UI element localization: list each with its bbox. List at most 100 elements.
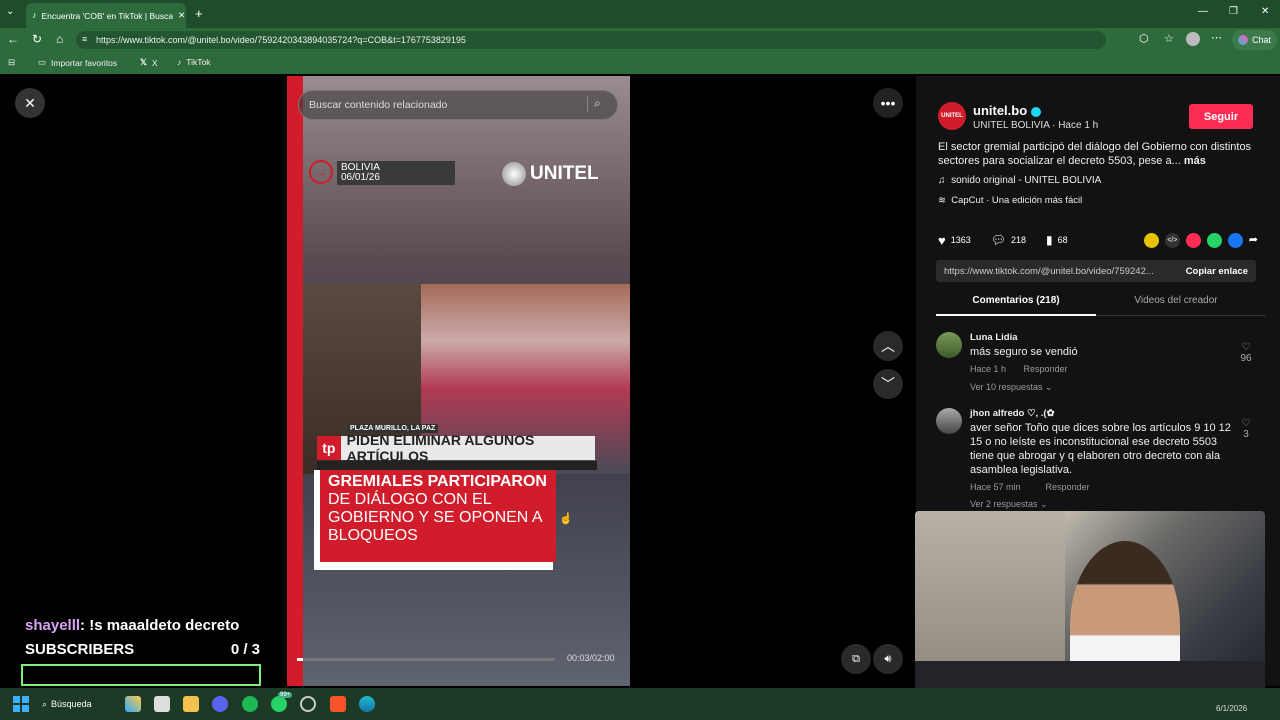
repost-icon[interactable] xyxy=(1143,232,1159,248)
favbar-settings-icon[interactable]: ⊟ xyxy=(8,57,15,68)
close-tab-icon[interactable]: ✕ xyxy=(178,11,185,20)
new-tab-icon[interactable]: + xyxy=(195,6,203,21)
taskbar-search[interactable]: ⌕ Búsqueda xyxy=(42,695,112,713)
fav-x[interactable]: 𝕏 X xyxy=(140,57,158,68)
reply-button[interactable]: Responder xyxy=(1024,364,1068,374)
chat-button[interactable]: Chat xyxy=(1232,30,1278,50)
browser-tab[interactable]: ♪ Encuentra 'COB' en TikTok | Busca ✕ xyxy=(26,3,186,28)
more-options-button[interactable]: ••• xyxy=(873,88,903,118)
video-player[interactable]: Buscar contenido relacionado ⌕ → BOLIVIA… xyxy=(287,76,630,686)
view-replies-button[interactable]: Ver 10 respuestas ⌄ xyxy=(970,382,1053,393)
chat-message: : !s maaaldeto decreto xyxy=(80,617,240,634)
whatsapp-icon[interactable] xyxy=(1206,232,1222,248)
url-text: https://www.tiktok.com/@unitel.bo/video/… xyxy=(96,35,466,45)
folder-icon: ▭ xyxy=(38,57,47,67)
tab-creator-videos[interactable]: Videos del creador xyxy=(1096,290,1256,316)
favorites-icon[interactable]: ☆ xyxy=(1164,32,1174,45)
tab-comments[interactable]: Comentarios (218) xyxy=(936,290,1096,316)
address-bar: ← ↻ ⌂ ≡ https://www.tiktok.com/@unitel.b… xyxy=(0,28,1280,52)
widgets-icon[interactable] xyxy=(125,696,141,712)
whatsapp-taskbar-icon[interactable] xyxy=(271,696,287,712)
spotify-icon[interactable] xyxy=(242,696,258,712)
card-bold-text: GREMIALES PARTICIPARON xyxy=(328,473,547,490)
minimize-icon[interactable]: — xyxy=(1198,6,1208,17)
close-icon: ✕ xyxy=(24,94,36,111)
obs-icon[interactable] xyxy=(300,696,316,712)
creator-username[interactable]: unitel.bo xyxy=(973,103,1041,118)
music-note-icon: ♫ xyxy=(938,175,946,186)
link-text: https://www.tiktok.com/@unitel.bo/video/… xyxy=(944,265,1154,277)
store-icon[interactable] xyxy=(154,696,170,712)
comment-time: Hace 1 h xyxy=(970,364,1007,374)
comment-like[interactable]: ♡ 3 xyxy=(1236,418,1256,440)
favorites-bar: ⊟ ▭ Importar favoritos 𝕏 X ♪ TikTok xyxy=(0,52,1280,74)
comments-count: 218 xyxy=(1011,235,1027,245)
facebook-icon[interactable] xyxy=(1227,232,1243,248)
next-video-button[interactable]: ﹀ xyxy=(873,369,903,399)
link-field[interactable]: https://www.tiktok.com/@unitel.bo/video/… xyxy=(936,260,1256,282)
floating-player-button[interactable]: ⧉ xyxy=(841,644,871,674)
channel-tag: tp xyxy=(317,436,341,460)
capcut-row[interactable]: ≋ CapCut · Una edición más fácil xyxy=(938,195,1082,206)
home-icon[interactable]: ⌂ xyxy=(56,32,63,46)
video-red-bar xyxy=(287,76,303,686)
back-icon[interactable]: ← xyxy=(7,32,19,46)
fav-tiktok[interactable]: ♪ TikTok xyxy=(177,57,211,67)
fav-import[interactable]: ▭ Importar favoritos xyxy=(38,57,117,68)
taskbar-date: 6/1/2026 xyxy=(1216,704,1248,713)
windows-start-icon[interactable] xyxy=(13,696,29,712)
copy-link-button[interactable]: Copiar enlace xyxy=(1186,266,1248,277)
send-icon[interactable] xyxy=(1185,232,1201,248)
extensions-icon[interactable]: ⬡ xyxy=(1139,32,1149,45)
arrow-circle-icon: → xyxy=(309,160,333,184)
webcam-overlay xyxy=(915,511,1265,709)
edge-icon[interactable] xyxy=(359,696,375,712)
sound-row[interactable]: ♫ sonido original - UNITEL BOLIVIA xyxy=(938,175,1101,186)
chat-overlay: shayelll: !s maaaldeto decreto xyxy=(25,617,239,634)
comment-like[interactable]: ♡ 96 xyxy=(1236,342,1256,364)
likes-count: 1363 xyxy=(950,235,971,245)
comment-avatar[interactable] xyxy=(936,332,962,358)
menu-icon[interactable]: ⋯ xyxy=(1211,31,1222,44)
restore-icon[interactable]: ❐ xyxy=(1229,6,1238,17)
reply-button[interactable]: Responder xyxy=(1046,482,1090,492)
embed-icon[interactable]: </> xyxy=(1164,232,1180,248)
site-info-icon[interactable]: ≡ xyxy=(82,34,87,44)
date-box: BOLIVIA 06/01/26 xyxy=(337,161,455,185)
creator-avatar[interactable]: UNITEL xyxy=(938,102,966,130)
view-replies-button[interactable]: Ver 2 respuestas ⌄ xyxy=(970,499,1048,510)
capcut-icon: ≋ xyxy=(938,195,946,206)
file-explorer-icon[interactable] xyxy=(183,696,199,712)
chat-label: Chat xyxy=(1252,35,1272,45)
taskbar: ⌕ Búsqueda 99+ 6/1/2026 xyxy=(0,688,1280,720)
brave-icon[interactable] xyxy=(330,696,346,712)
reload-icon[interactable]: ↻ xyxy=(32,32,42,46)
heart-icon[interactable]: ♥ xyxy=(938,233,946,248)
volume-button[interactable]: 🔊︎ xyxy=(873,644,903,674)
video-progress-bar[interactable] xyxy=(297,658,555,661)
comment-like-count: 3 xyxy=(1243,429,1249,440)
comment-meta: Hace 57 min Responder xyxy=(970,482,1090,492)
search-icon[interactable]: ⌕ xyxy=(587,96,611,112)
bookmark-icon[interactable]: ▮ xyxy=(1046,233,1053,247)
related-search-input[interactable]: Buscar contenido relacionado ⌕ xyxy=(298,90,618,120)
more-link[interactable]: más xyxy=(1184,155,1206,167)
comment-avatar[interactable] xyxy=(936,408,962,434)
comment-author[interactable]: jhon alfredo ♡, .(✿ xyxy=(970,408,1055,419)
chevron-down-icon: ﹀ xyxy=(881,376,895,392)
capcut-label: CapCut · Una edición más fácil xyxy=(951,195,1083,206)
lower-third: tp PIDEN ELIMINAR ALGUNOS ARTÍCULOS xyxy=(317,432,595,464)
unitel-logo-text: UNITEL xyxy=(530,163,599,184)
tab-list-chevron-icon[interactable]: ⌄ xyxy=(6,6,14,17)
share-icon[interactable]: ➦ xyxy=(1249,233,1258,248)
discord-icon[interactable] xyxy=(212,696,228,712)
url-field[interactable]: ≡ https://www.tiktok.com/@unitel.bo/vide… xyxy=(76,31,1106,49)
close-window-icon[interactable]: ✕ xyxy=(1261,6,1269,17)
profile-avatar[interactable] xyxy=(1186,32,1200,46)
heart-outline-icon: ♡ xyxy=(1241,342,1251,353)
comment-author[interactable]: Luna Lidia xyxy=(970,332,1018,343)
previous-video-button[interactable]: ︿ xyxy=(873,331,903,361)
close-video-button[interactable]: ✕ xyxy=(15,88,45,118)
comment-icon[interactable]: 💬︎ xyxy=(991,233,1006,247)
follow-button[interactable]: Seguir xyxy=(1189,104,1253,129)
